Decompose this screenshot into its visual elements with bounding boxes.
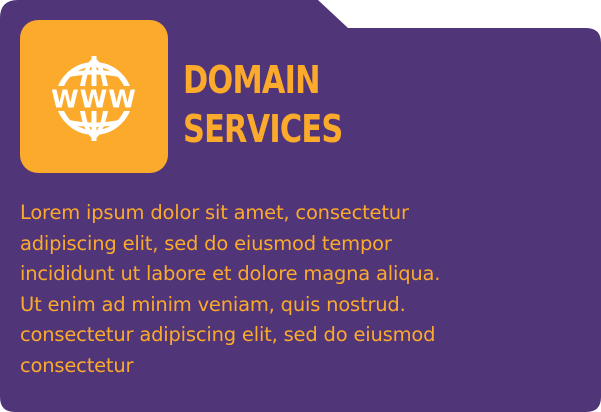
description-line: Ut enim ad minim veniam, quis nostrud. [20,292,406,316]
description-line: incididunt ut labore et dolore magna ali… [20,262,441,285]
description-line: Lorem ipsum dolor sit amet, consectetur [20,201,409,224]
description: Lorem ipsum dolor sit amet, consectetur … [20,198,580,381]
globe-www-icon: WWW [51,56,137,141]
domain-services-card: WWW DOMAIN SERVICES Lorem ipsum dolor si… [0,0,601,412]
description-line: consectetur [20,353,134,377]
www-label: WWW [51,85,137,114]
page-title: DOMAIN SERVICES [183,56,343,154]
title-line-1: DOMAIN [183,58,321,102]
description-line: consectetur adipiscing elit, sed do eius… [20,323,436,346]
title-line-2: SERVICES [183,107,343,151]
icon-box: WWW [20,20,168,173]
description-line: adipiscing elit, sed do eiusmod tempor [20,231,392,255]
